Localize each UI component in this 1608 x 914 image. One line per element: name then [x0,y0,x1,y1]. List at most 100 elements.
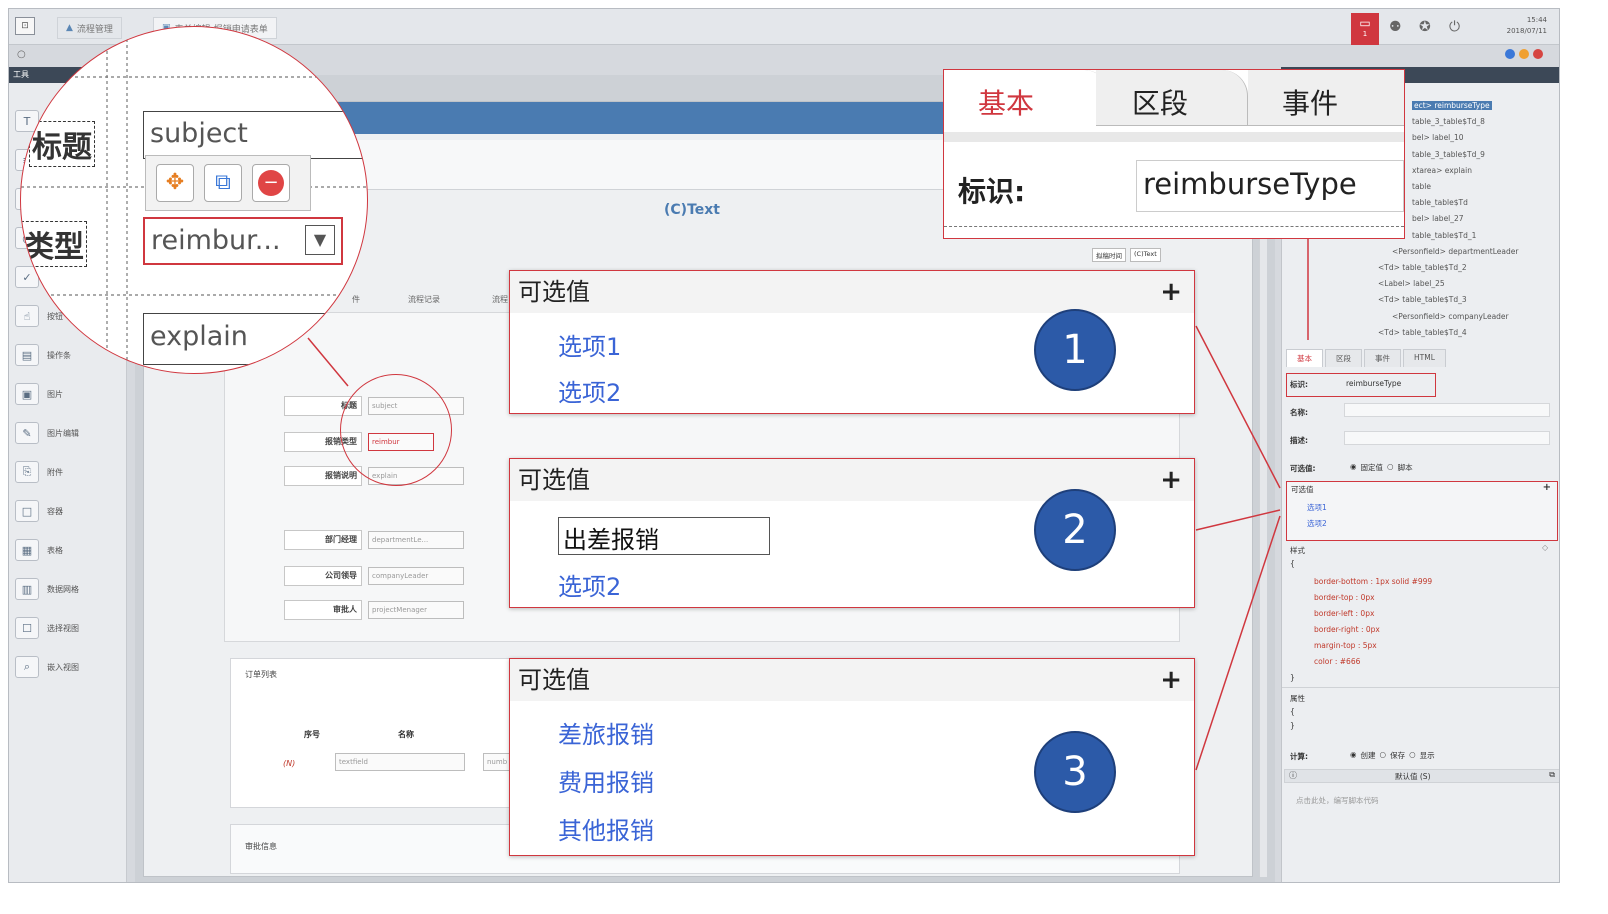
default-script-hint[interactable]: 点击此处，编写脚本代码 [1296,795,1379,806]
callout-id-input[interactable]: reimburseType [1136,160,1404,212]
tree-node[interactable]: ect> reimburseType [1412,101,1492,110]
props-name-label: 名称: [1290,408,1308,417]
form-field-row: 审批人 projectMenager [284,600,464,620]
props-style-collapse-icon[interactable]: ◇ [1542,543,1548,552]
tree-node[interactable]: <Label> label_25 [1378,279,1445,288]
tool-item[interactable]: ⎘ 附件 [15,458,123,486]
props-calc-radios[interactable]: ◉ 创建 ○ 保存 ○ 显示 [1350,750,1435,761]
props-name-field[interactable] [1344,403,1550,417]
tree-node[interactable]: <Td> table_table$Td_4 [1378,328,1467,337]
props-desc-field[interactable] [1344,431,1550,445]
tool-item[interactable]: ▦ 表格 [15,536,123,564]
tree-node[interactable]: <Td> table_table$Td_3 [1378,295,1467,304]
props-tab[interactable]: HTML [1403,349,1446,367]
zoom-marker-circle [340,374,452,486]
callout-bottom-dash [944,226,1404,227]
notification-button[interactable]: ▭ 1 [1351,13,1379,45]
option-popup-1: 可选值 + 选项1 选项2 1 [509,270,1195,414]
attr-brace-open: { [1290,707,1295,716]
tool-item[interactable]: ⌕ 嵌入视图 [15,653,123,681]
radio-fixed-icon[interactable]: ◉ [1350,462,1357,473]
option-popup-2: 可选值 + 出差报销 选项2 2 [509,458,1195,608]
zoom-reimbur-select[interactable]: reimbur... ▼ [143,217,343,265]
tree-node[interactable]: table_table$Td_1 [1412,231,1476,240]
tree-node[interactable]: <Personfield> departmentLeader [1392,247,1518,256]
red-dot[interactable] [1533,49,1543,59]
chevron-down-icon[interactable]: ▼ [305,225,335,255]
order-list-title: 订单列表 [245,670,277,679]
css-line: color : #666 [1314,657,1361,666]
props-opt-1[interactable]: 选项1 [1307,502,1327,513]
popup1-option-2[interactable]: 选项2 [558,373,621,408]
tree-node[interactable]: <Personfield> companyLeader [1392,312,1509,321]
radio-create-icon[interactable]: ◉ [1350,750,1357,761]
add-option-button[interactable]: + [1160,659,1182,701]
tree-node[interactable]: table_3_table$Td_9 [1412,150,1485,159]
zoom-subject-input[interactable]: subject [143,111,367,159]
props-tab[interactable]: 基本 [1286,349,1323,367]
tool-label: 图片 [47,389,63,399]
tree-node[interactable]: table_3_table$Td_8 [1412,117,1485,126]
popup3-option-2[interactable]: 费用报销 [558,763,654,798]
form-field-label: 报销说明 [284,466,362,486]
attr-brace-close: } [1290,721,1295,730]
popup1-option-1[interactable]: 选项1 [558,327,621,362]
add-option-button[interactable]: + [1160,271,1182,313]
tree-node[interactable]: <Td> table_table$Td_2 [1378,263,1467,272]
callout-tab-basic[interactable]: 基本 [944,70,1110,126]
gift-icon[interactable]: ✪ [1419,19,1431,35]
popup3-option-3[interactable]: 其他报销 [558,811,654,846]
tool-item[interactable]: ▥ 数据网格 [15,575,123,603]
radio-show-icon[interactable]: ○ [1409,750,1416,761]
tree-node[interactable]: bel> label_27 [1412,214,1464,223]
callout-id-label: 标识: [958,175,1026,208]
callout-tab-section[interactable]: 区段 [1096,70,1248,126]
form-field-input[interactable]: projectMenager [368,601,464,619]
move-icon[interactable]: ✥ [156,164,194,202]
callout-tab-event[interactable]: 事件 [1248,70,1404,126]
zoom-reimbur-value: reimbur... [151,225,281,256]
props-optlist-add[interactable]: + [1543,482,1551,493]
tab-flow[interactable]: 流程 [492,294,508,305]
text-header-label[interactable]: (C)Text [664,202,720,218]
power-icon[interactable]: ⏻ [1449,19,1460,35]
draft-time-label[interactable]: 拟稿时间 (C)Text [1092,248,1161,262]
props-id-value[interactable]: reimburseType [1346,379,1401,388]
popup2-option-2[interactable]: 选项2 [558,567,621,602]
tree-node[interactable]: table [1412,182,1431,191]
props-opt-2[interactable]: 选项2 [1307,518,1327,529]
tree-node[interactable]: table_table$Td [1412,198,1468,207]
delete-icon[interactable]: − [252,164,290,202]
form-field-input[interactable]: companyLeader [368,567,464,585]
zoom-magnifier: T 标题 类型 subject ✥ ⧉ − reimbur... ▼ expla… [20,26,368,374]
tool-item[interactable]: ☐ 选择视图 [15,614,123,642]
tool-icon: ▥ [15,578,39,600]
tool-item[interactable]: ✎ 图片编辑 [15,419,123,447]
user-icon[interactable]: ⚉ [1389,19,1402,35]
radio-script-icon[interactable]: ○ [1387,462,1394,473]
tool-item[interactable]: □ 容器 [15,497,123,525]
callout-divider [944,132,1404,142]
blue-dot[interactable] [1505,49,1515,59]
option-popup-3: 可选值 + 差旅报销 费用报销 其他报销 3 [509,658,1195,856]
tree-node[interactable]: bel> label_10 [1412,133,1464,142]
radio-save-icon[interactable]: ○ [1380,750,1387,761]
tree-node[interactable]: xtarea> explain [1412,166,1472,175]
popup2-option-edit-input[interactable]: 出差报销 [558,517,770,555]
zoom-explain-input[interactable]: explain [143,313,367,365]
zoom-label-type: 类型 [21,221,87,267]
popup3-option-1[interactable]: 差旅报销 [558,715,654,750]
props-optval-radios[interactable]: ◉ 固定值 ○ 脚本 [1350,462,1413,473]
col-header-no: 序号 [304,730,320,739]
form-field-input[interactable]: departmentLe... [368,531,464,549]
add-option-button[interactable]: + [1160,459,1182,501]
orange-dot[interactable] [1519,49,1529,59]
copy-icon[interactable]: ⧉ [204,164,242,202]
row-textfield[interactable]: textfield [335,753,465,771]
props-tab[interactable]: 事件 [1364,349,1401,367]
tab-flow-record[interactable]: 流程记录 [408,294,440,305]
expand-icon[interactable]: ⧉ [1549,770,1555,780]
tool-item[interactable]: ▣ 图片 [15,380,123,408]
props-tab[interactable]: 区段 [1325,349,1362,367]
zoom-label-title: 标题 [29,121,95,167]
